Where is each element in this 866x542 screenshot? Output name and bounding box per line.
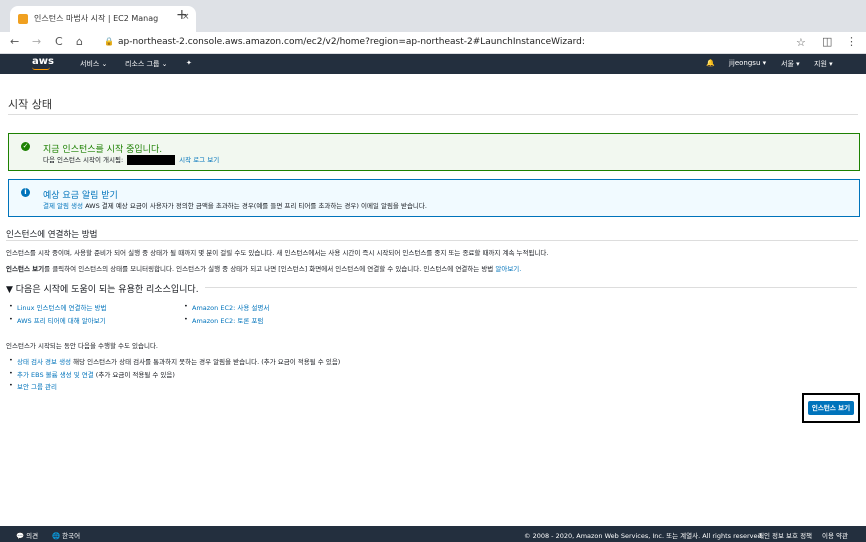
connect-paragraph-2: 인스턴스 보기를 클릭하여 인스턴스의 상태를 모니터링합니다. 인스턴스가 실… <box>6 263 521 273</box>
aws-logo[interactable]: aws <box>32 56 54 67</box>
aws-favicon-icon <box>18 14 28 24</box>
resource-link-forum[interactable]: Amazon EC2: 토론 포럼 <box>184 315 263 325</box>
home-icon[interactable]: ⌂ <box>76 35 83 48</box>
redacted-instance-id <box>127 155 176 165</box>
footer: 💬 의견 🌐 한국어 © 2008 - 2020, Amazon Web Ser… <box>0 526 866 542</box>
bookmark-star-icon[interactable]: ☆ <box>796 36 806 49</box>
connect-heading: 인스턴스에 연결하는 방법 <box>6 230 98 240</box>
create-billing-alert-link[interactable]: 결제 알림 생성 <box>43 202 83 210</box>
address-bar: ← → C ⌂ 🔒 ap-northeast-2.console.aws.ama… <box>0 32 866 54</box>
url-input[interactable]: 🔒 ap-northeast-2.console.aws.amazon.com/… <box>100 34 812 52</box>
resource-link-user-guide[interactable]: Amazon EC2: 사용 설명서 <box>184 302 269 312</box>
info-icon: i <box>21 188 30 197</box>
view-instances-button[interactable]: 인스턴스 보기 <box>808 401 854 415</box>
resources-heading[interactable]: ▼ 다음은 시작에 도움이 되는 유용한 리소스입니다. <box>6 282 199 295</box>
list-item: 추가 EBS 볼륨 생성 및 연결 (추가 요금이 적용될 수 있음) <box>9 369 175 379</box>
divider <box>8 114 858 115</box>
extension-icon[interactable]: ◫ <box>822 35 832 48</box>
copyright-text: © 2008 - 2020, Amazon Web Services, Inc.… <box>524 532 764 540</box>
aws-smile-icon <box>32 67 50 70</box>
list-item: 상태 검사 경보 생성 해당 인스턴스가 상태 검사를 통과하지 못하는 경우 … <box>9 356 340 366</box>
resource-link-free-tier[interactable]: AWS 프리 티어에 대해 알아보기 <box>9 315 106 325</box>
learn-more-link[interactable]: 알아보기. <box>495 265 521 273</box>
info-text: AWS 결제 예상 요금이 사용자가 정의한 금액을 초과하는 경우(예를 들면… <box>83 202 427 210</box>
divider <box>6 240 858 241</box>
resource-link-linux-connect[interactable]: Linux 인스턴스에 연결하는 방법 <box>9 302 106 312</box>
terms-link[interactable]: 이용 약관 <box>822 530 848 540</box>
list-item: 보안 그룹 관리 <box>9 381 57 391</box>
view-launch-log-link[interactable]: 시작 로그 보기 <box>179 156 219 164</box>
url-text: ap-northeast-2.console.aws.amazon.com/ec… <box>118 37 585 47</box>
while-intro: 인스턴스가 시작되는 동안 다음을 수행할 수도 있습니다. <box>6 342 159 350</box>
connect-paragraph-1: 인스턴스를 시작 중이며, 사용할 준비가 되어 실행 중 상태가 될 때까지 … <box>6 249 549 257</box>
reload-icon[interactable]: C <box>55 35 63 48</box>
check-circle-icon: ✓ <box>21 142 30 151</box>
info-line: 결제 알림 생성 AWS 결제 예상 요금이 사용자가 정의한 금액을 초과하는… <box>43 200 427 210</box>
feedback-link[interactable]: 💬 의견 <box>16 530 38 540</box>
success-alert: ✓ 지금 인스턴스를 시작 중입니다. 다음 인스턴스 시작이 개시됨: 시작 로… <box>8 133 860 171</box>
page-title: 시작 상태 <box>8 98 52 111</box>
resource-groups-menu[interactable]: 리소스 그룹 ⌄ <box>125 59 168 69</box>
forward-icon[interactable]: → <box>32 35 41 48</box>
back-icon[interactable]: ← <box>10 35 19 48</box>
browser-menu-icon[interactable]: ⋮ <box>846 35 857 48</box>
user-menu[interactable]: jijeongsu ▾ <box>729 59 766 67</box>
aws-navbar: aws 서비스 ⌄ 리소스 그룹 ⌄ ✦ 🔔 jijeongsu ▾ 서울 ▾ … <box>0 54 866 74</box>
new-tab-button[interactable]: + <box>176 7 188 23</box>
highlight-box: 인스턴스 보기 <box>802 393 860 423</box>
divider <box>205 287 857 288</box>
create-status-alarm-link[interactable]: 상태 검사 경보 생성 <box>17 358 71 366</box>
language-selector[interactable]: 🌐 한국어 <box>52 530 80 540</box>
browser-tab-bar: 인스턴스 마법사 시작 | EC2 Manag × + <box>0 0 866 32</box>
connect-p2-text: 를 클릭하여 인스턴스의 상태를 모니터링합니다. 인스턴스가 실행 중 상태가… <box>44 265 496 273</box>
success-line: 다음 인스턴스 시작이 개시됨: 시작 로그 보기 <box>43 154 219 165</box>
launch-prefix: 다음 인스턴스 시작이 개시됨: <box>43 156 124 164</box>
info-alert: i 예상 요금 알림 받기 결제 알림 생성 AWS 결제 예상 요금이 사용자… <box>8 179 860 217</box>
lock-icon: 🔒 <box>104 37 114 46</box>
manage-security-groups-link[interactable]: 보안 그룹 관리 <box>17 383 57 391</box>
view-instances-bold: 인스턴스 보기 <box>6 265 45 273</box>
services-menu[interactable]: 서비스 ⌄ <box>80 59 107 69</box>
browser-tab[interactable]: 인스턴스 마법사 시작 | EC2 Manag × <box>10 6 196 32</box>
bell-icon[interactable]: 🔔 <box>706 59 715 67</box>
pin-icon[interactable]: ✦ <box>186 59 192 67</box>
create-ebs-volume-link[interactable]: 추가 EBS 볼륨 생성 및 연결 <box>17 371 94 379</box>
support-menu[interactable]: 지원 ▾ <box>814 59 833 69</box>
region-menu[interactable]: 서울 ▾ <box>781 59 800 69</box>
tab-title: 인스턴스 마법사 시작 | EC2 Manag <box>34 14 159 23</box>
privacy-link[interactable]: 개인 정보 보호 정책 <box>758 530 812 540</box>
